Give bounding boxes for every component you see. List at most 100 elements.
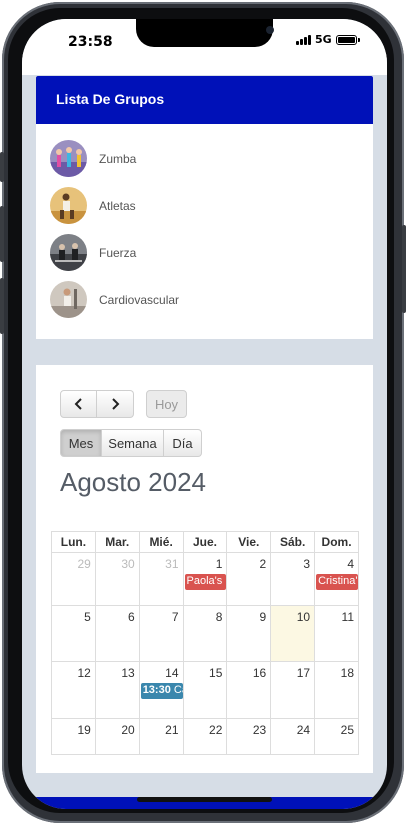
day-cell[interactable]: 6	[94, 605, 140, 662]
day-number: 25	[340, 723, 354, 737]
day-cell[interactable]: 15	[182, 661, 228, 719]
calendar-card: Hoy Mes Semana Día Agosto 2024 Lun. Mar.…	[36, 365, 373, 773]
day-cell[interactable]: 7	[138, 605, 184, 662]
day-number: 12	[77, 666, 91, 680]
day-cell[interactable]: 8	[182, 605, 228, 662]
day-number: 5	[84, 610, 91, 624]
day-number: 1	[215, 557, 223, 571]
day-cell[interactable]: 16	[226, 661, 272, 719]
day-number: 4	[347, 557, 354, 571]
day-number: 10	[296, 610, 311, 624]
day-cell[interactable]: 9	[226, 605, 272, 662]
day-number: 6	[128, 610, 135, 624]
avatar	[50, 140, 87, 177]
day-cell[interactable]: 23	[226, 718, 272, 755]
weekday-header: Jue.	[182, 531, 228, 553]
calendar-grid: Lun. Mar. Mié. Jue. Vie. Sáb. Dom. 29 30…	[51, 531, 359, 755]
day-number: 3	[303, 557, 311, 571]
day-number: 11	[341, 610, 354, 624]
battery-icon	[335, 34, 360, 45]
chevron-right-icon	[112, 398, 120, 410]
day-cell[interactable]: 14 13:30 Ca	[138, 661, 184, 719]
group-name: Cardiovascular	[99, 292, 180, 307]
today-button[interactable]: Hoy	[146, 390, 187, 418]
day-number: 17	[296, 666, 311, 680]
status-icons: 5G	[296, 33, 360, 46]
day-cell-today[interactable]: 10	[270, 605, 316, 662]
event-chip[interactable]: Cristina'	[316, 574, 358, 590]
status-bar: 23:58 5G	[22, 19, 387, 75]
day-cell[interactable]: 3	[270, 552, 316, 606]
weekday-header: Vie.	[226, 531, 272, 553]
status-time: 23:58	[68, 34, 113, 50]
home-indicator[interactable]	[137, 797, 272, 802]
day-number: 7	[171, 610, 179, 624]
day-cell[interactable]: 13	[94, 661, 140, 719]
camera-icon	[266, 26, 274, 34]
day-cell[interactable]: 11	[314, 605, 359, 662]
screen: 23:58 5G Lista De Grupos Zumba Atletas F…	[22, 19, 387, 809]
event-label: Cristina'	[318, 575, 358, 587]
day-cell[interactable]: 12	[51, 661, 96, 719]
weekday-header: Mié.	[138, 531, 184, 553]
day-number: 30	[121, 557, 135, 571]
group-item-cardiovascular[interactable]: Cardiovascular	[50, 276, 359, 323]
calendar-title: Agosto 2024	[60, 467, 207, 497]
group-name: Zumba	[99, 151, 137, 166]
day-number: 8	[215, 610, 223, 624]
day-number: 9	[259, 610, 267, 624]
avatar	[50, 187, 87, 224]
event-label: Ca	[173, 684, 183, 696]
day-number: 24	[296, 723, 311, 737]
day-cell[interactable]: 17	[270, 661, 316, 719]
day-cell[interactable]: 22	[182, 718, 228, 755]
day-cell[interactable]: 19	[51, 718, 96, 755]
day-cell[interactable]: 18	[314, 661, 359, 719]
avatar	[50, 281, 87, 318]
day-cell[interactable]: 4 Cristina'	[314, 552, 359, 606]
chevron-left-icon	[74, 398, 82, 410]
group-list: Zumba Atletas Fuerza Cardiovascular	[36, 124, 373, 323]
day-cell[interactable]: 2	[226, 552, 272, 606]
day-cell[interactable]: 1 Paola's I	[182, 552, 228, 606]
group-item-atletas[interactable]: Atletas	[50, 182, 359, 229]
group-name: Fuerza	[99, 245, 137, 260]
view-month-button[interactable]: Mes	[60, 429, 102, 457]
day-number: 19	[77, 723, 91, 737]
group-item-zumba[interactable]: Zumba	[50, 135, 359, 182]
event-time: 13:30	[142, 684, 171, 696]
day-number: 23	[252, 723, 267, 737]
calendar-nav: Hoy	[60, 390, 187, 418]
day-number: 22	[209, 723, 223, 737]
volume-down-button	[0, 278, 4, 334]
weekday-header: Sáb.	[270, 531, 316, 553]
day-number: 18	[340, 666, 354, 680]
next-button[interactable]	[97, 390, 134, 418]
day-cell[interactable]: 25	[314, 718, 359, 755]
view-day-button[interactable]: Día	[164, 429, 202, 457]
prev-next-group	[60, 390, 134, 418]
event-chip[interactable]: Paola's I	[184, 574, 227, 590]
day-cell[interactable]: 5	[51, 605, 96, 662]
day-cell[interactable]: 31	[138, 552, 184, 606]
group-item-fuerza[interactable]: Fuerza	[50, 229, 359, 276]
weekday-header: Lun.	[51, 531, 96, 553]
avatar	[50, 234, 87, 271]
silent-switch	[0, 152, 4, 182]
signal-icon	[296, 34, 311, 45]
day-cell[interactable]: 21	[138, 718, 184, 755]
day-cell[interactable]: 20	[94, 718, 140, 755]
day-cell[interactable]: 29	[51, 552, 96, 606]
day-cell[interactable]: 24	[270, 718, 316, 755]
day-number: 31	[165, 557, 179, 571]
event-chip[interactable]: 13:30 Ca	[140, 683, 183, 699]
event-label: Paola's I	[186, 575, 227, 587]
weekday-header: Dom.	[314, 531, 359, 553]
day-number: 14	[165, 666, 179, 680]
view-week-button[interactable]: Semana	[102, 429, 164, 457]
day-cell[interactable]: 30	[94, 552, 140, 606]
view-switcher: Mes Semana Día	[60, 429, 202, 457]
prev-button[interactable]	[60, 390, 97, 418]
day-number: 13	[121, 666, 135, 680]
power-button	[402, 225, 406, 313]
